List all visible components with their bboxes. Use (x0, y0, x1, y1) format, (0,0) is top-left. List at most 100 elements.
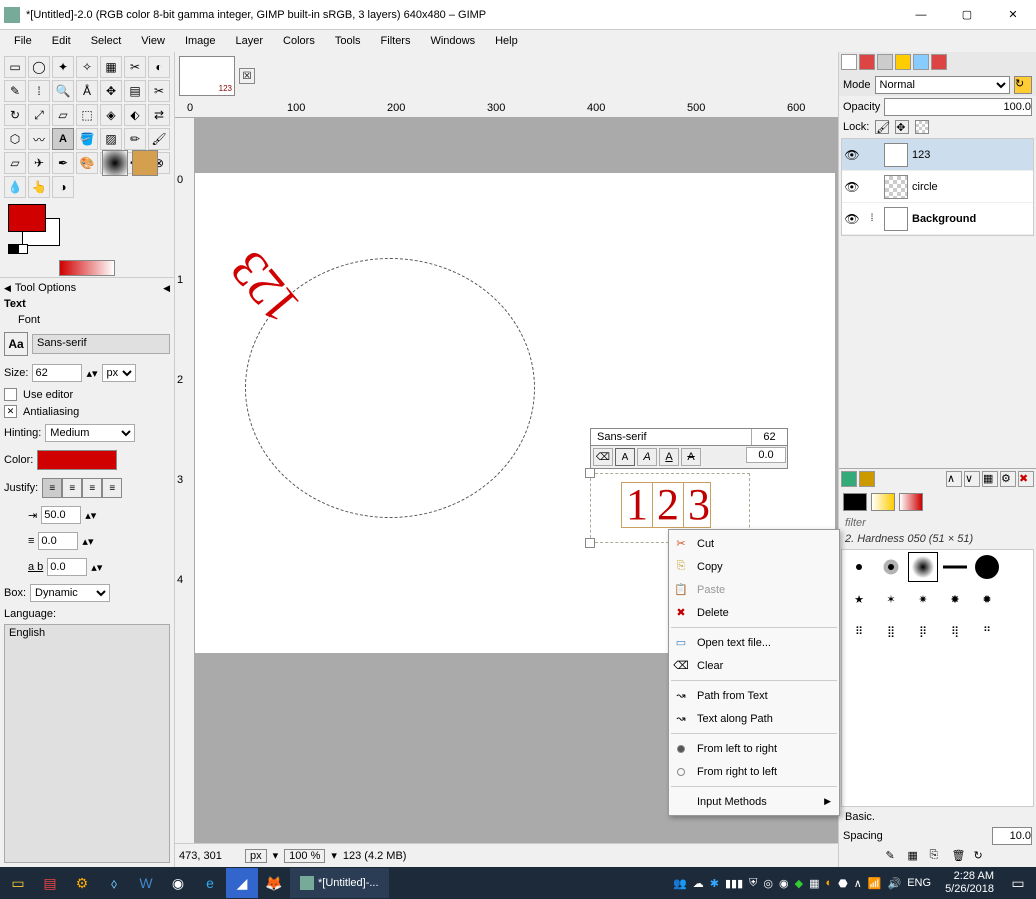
ctx-clear[interactable]: ⌫Clear (669, 654, 839, 677)
hinting-select[interactable]: Medium (45, 424, 135, 442)
use-editor-checkbox[interactable] (4, 388, 17, 401)
tool-move[interactable]: ✥ (100, 80, 122, 102)
overlay-clear-button[interactable]: ⌫ (593, 448, 613, 466)
layer-row-123[interactable]: 👁 123 (842, 139, 1033, 171)
overlay-baseline-input[interactable] (746, 447, 786, 463)
taskbar-notifications-icon[interactable]: ▭ (1002, 868, 1034, 898)
close-button[interactable]: ✕ (990, 0, 1036, 30)
tray-chevron-icon[interactable]: ∧ (854, 877, 862, 890)
tool-color-picker[interactable]: ⁞ (28, 80, 50, 102)
menu-image[interactable]: Image (175, 33, 226, 49)
menu-file[interactable]: File (4, 33, 42, 49)
ctx-ltr[interactable]: From left to right (669, 737, 839, 760)
tool-shear[interactable]: ▱ (52, 104, 74, 126)
tool-eraser[interactable]: ▱ (4, 152, 26, 174)
tray-volume-icon[interactable]: 🔊 (888, 877, 902, 890)
gradient-prev[interactable] (59, 260, 115, 276)
overlay-font-input[interactable] (591, 429, 751, 445)
menu-layer[interactable]: Layer (226, 33, 274, 49)
new-brush-icon[interactable]: ▦ (908, 849, 924, 865)
tray-cloud-icon[interactable]: ☁ (693, 877, 704, 890)
layers-tab-icon[interactable] (841, 54, 857, 70)
justify-left-button[interactable]: ≡ (42, 478, 62, 498)
tray-app-icon-2[interactable]: ◉ (779, 877, 789, 890)
overlay-bold-button[interactable]: A (615, 448, 635, 466)
tool-dodge[interactable]: ◑ (52, 176, 74, 198)
delete-brush-icon[interactable]: 🗑 (952, 849, 968, 865)
tool-unified[interactable]: ◈ (100, 104, 122, 126)
taskbar-file-explorer-icon[interactable]: ▭ (2, 868, 34, 898)
brush-dots-1[interactable]: ⠿ (844, 616, 874, 646)
language-field[interactable]: English (4, 624, 170, 863)
box-select[interactable]: Dynamic (30, 584, 110, 602)
tray-app-icon-5[interactable]: ◐ (825, 877, 832, 889)
tool-scissors[interactable]: ✂ (124, 56, 146, 78)
up-arrow-icon[interactable]: ∧ (946, 471, 962, 487)
tool-airbrush[interactable]: ✈ (28, 152, 50, 174)
tray-people-icon[interactable]: 👥 (673, 877, 687, 890)
layer-row-circle[interactable]: 👁 circle (842, 171, 1033, 203)
tool-free-select[interactable]: ✦ (52, 56, 74, 78)
status-unit-select[interactable]: px (245, 849, 267, 863)
layer-link-icon[interactable]: ⁞ (864, 213, 880, 224)
ctx-copy[interactable]: ⎘Copy (669, 555, 839, 578)
tray-wifi-icon[interactable]: 📶 (868, 877, 882, 890)
tray-app-icon-4[interactable]: ▦ (809, 877, 819, 890)
tool-rotate[interactable]: ↻ (4, 104, 26, 126)
tool-fuzzy-select[interactable]: ✧ (76, 56, 98, 78)
tool-crop[interactable]: ✂ (148, 80, 170, 102)
lock-position-icon[interactable]: ✥ (895, 120, 909, 134)
brush-dots-3[interactable]: ⡿ (908, 616, 938, 646)
ctx-input-methods[interactable]: Input Methods▶ (669, 790, 839, 813)
tool-cage[interactable]: ⬡ (4, 128, 26, 150)
taskbar-vs-icon[interactable]: ⬨ (98, 868, 130, 898)
tool-handle[interactable]: ⬖ (124, 104, 146, 126)
tool-flip[interactable]: ⇄ (148, 104, 170, 126)
channels-tab-icon[interactable] (859, 54, 875, 70)
brush-hard-small[interactable] (844, 552, 874, 582)
brush-prev-1[interactable] (102, 150, 128, 176)
tool-smudge[interactable]: 👆 (28, 176, 50, 198)
taskbar-gear-icon[interactable]: ⚙ (66, 868, 98, 898)
tool-zoom[interactable]: 🔍 (52, 80, 74, 102)
line-spacing-input[interactable] (38, 532, 78, 550)
taskbar-edge-icon[interactable]: e (194, 868, 226, 898)
brush-soft-med[interactable] (908, 552, 938, 582)
tray-shield-icon[interactable]: ⛨ (749, 877, 757, 890)
edit-brush-icon[interactable]: ✎ (886, 849, 902, 865)
layer-visibility-icon[interactable]: 👁 (844, 148, 860, 162)
brush-prev-2[interactable] (132, 150, 158, 176)
taskbar-app-icon[interactable]: ◢ (226, 868, 258, 898)
brush-hard-large[interactable] (972, 552, 1002, 582)
ctx-path-from-text[interactable]: ↝Path from Text (669, 684, 839, 707)
status-zoom-select[interactable]: 100 % (284, 849, 325, 863)
tool-ink[interactable]: ✒ (52, 152, 74, 174)
tray-app-icon-1[interactable]: ◎ (763, 877, 773, 890)
overlay-underline-button[interactable]: A (659, 448, 679, 466)
text-handle-bl[interactable] (585, 538, 595, 548)
opacity-input[interactable] (884, 98, 1032, 116)
brush-splat-2[interactable]: ✷ (908, 584, 938, 614)
menu-tools[interactable]: Tools (325, 33, 371, 49)
justify-center-button[interactable]: ≡ (82, 478, 102, 498)
menu-view[interactable]: View (131, 33, 175, 49)
maximize-button[interactable]: ▢ (944, 0, 990, 30)
tool-rect-select[interactable]: ▭ (4, 56, 26, 78)
indent-spinner-icon[interactable]: ▴▾ (85, 509, 96, 522)
layer-visibility-icon[interactable]: 👁 (844, 180, 860, 194)
tool-align[interactable]: ▤ (124, 80, 146, 102)
tool-gradient[interactable]: ▨ (100, 128, 122, 150)
ctx-open-text-file[interactable]: ▭Open text file... (669, 631, 839, 654)
taskbar-clock[interactable]: 2:28 AM 5/26/2018 (937, 870, 1002, 896)
tool-paintbrush[interactable]: 🖌 (148, 128, 170, 150)
brushes-tab-icon[interactable] (841, 471, 857, 487)
tray-bluetooth-icon[interactable]: ✱ (710, 877, 719, 890)
overlay-size-input[interactable] (751, 429, 787, 445)
tool-ellipse-select[interactable]: ◯ (28, 56, 50, 78)
ctx-delete[interactable]: ✖Delete (669, 601, 839, 624)
image-tab-close-button[interactable]: ☒ (239, 68, 255, 84)
tool-paths[interactable]: ✎ (4, 80, 26, 102)
refresh-brush-icon[interactable]: ↻ (974, 849, 990, 865)
brush-dots-2[interactable]: ⣿ (876, 616, 906, 646)
brush-dots-5[interactable]: ⠛ (972, 616, 1002, 646)
